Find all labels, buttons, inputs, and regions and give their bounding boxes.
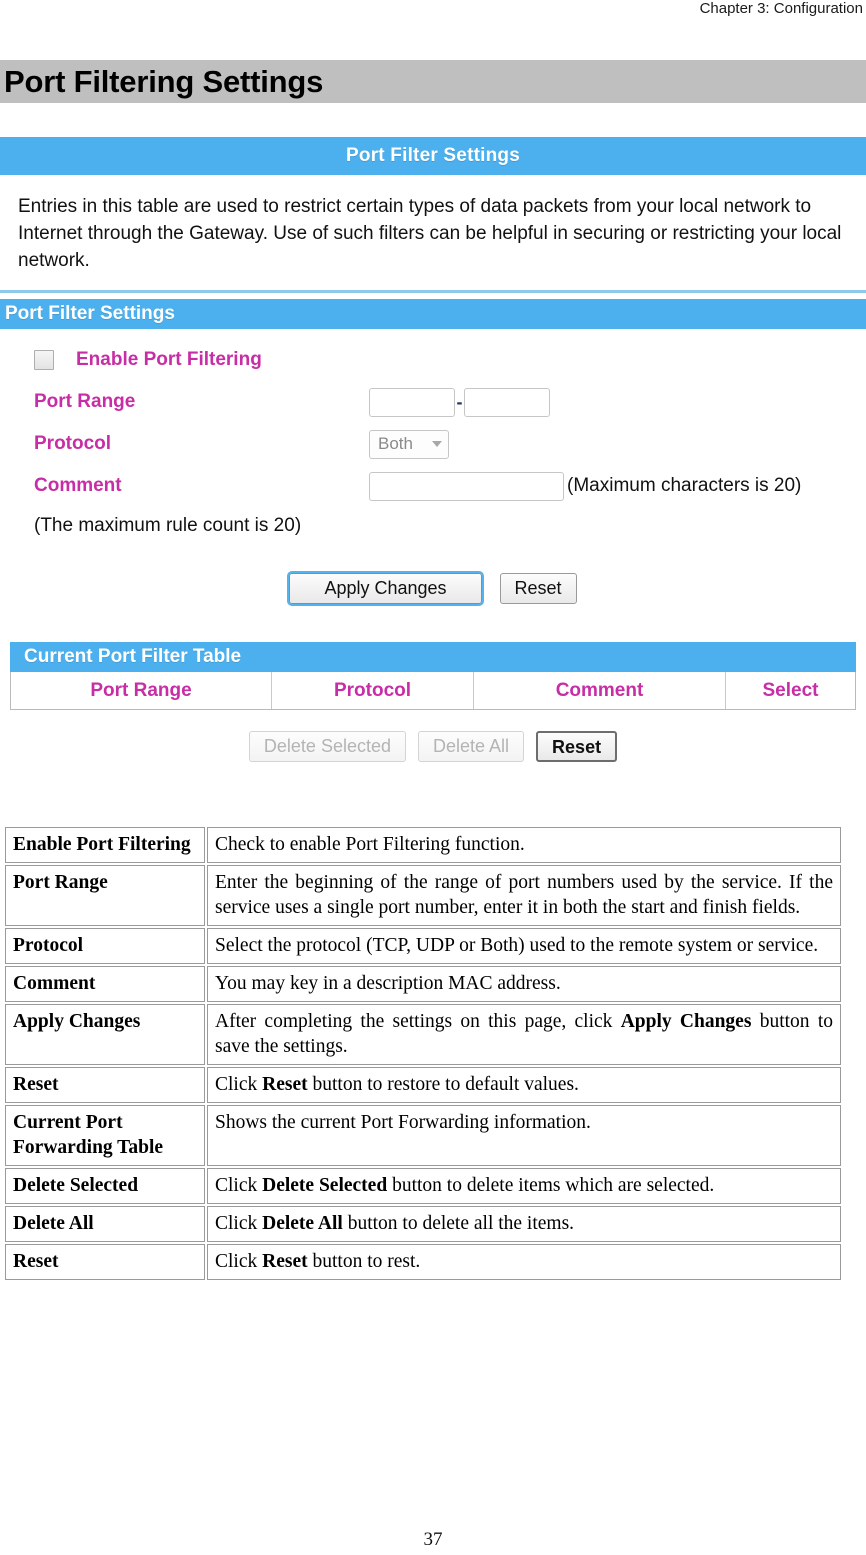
desc-bold: Reset (262, 1074, 308, 1095)
desc-key: Apply Changes (5, 1004, 205, 1065)
desc-value: Shows the current Port Forwarding inform… (207, 1105, 841, 1166)
section-title: Port Filter Settings (5, 303, 175, 324)
port-range-start-input[interactable] (369, 387, 455, 417)
table-row: Comment You may key in a description MAC… (5, 966, 841, 1002)
enable-port-filtering-checkbox[interactable] (34, 350, 54, 370)
protocol-select[interactable]: Both (369, 429, 449, 459)
chapter-header: Chapter 3: Configuration (699, 0, 863, 17)
desc-value: Click Delete All button to delete all th… (207, 1206, 841, 1242)
desc-key: Reset (5, 1244, 205, 1280)
desc-value: Click Reset button to restore to default… (207, 1067, 841, 1103)
desc-key: Protocol (5, 928, 205, 964)
enable-port-filtering-label: Enable Port Filtering (76, 349, 262, 370)
desc-post: button to delete all the items. (342, 1213, 575, 1234)
desc-value: Click Reset button to rest. (207, 1244, 841, 1280)
table-reset-button[interactable]: Reset (536, 731, 618, 762)
desc-value: Check to enable Port Filtering function. (207, 827, 841, 863)
desc-pre: Click (215, 1213, 263, 1234)
port-filter-form: Enable Port Filtering Port Range - Proto… (0, 329, 866, 604)
desc-key: Enable Port Filtering (5, 827, 205, 863)
desc-post: button to restore to default values. (307, 1074, 579, 1095)
current-port-filter-table-wrap: Current Port Filter Table Port Range Pro… (0, 642, 866, 762)
port-range-row: Port Range - (0, 381, 866, 423)
column-header-comment: Comment (474, 672, 726, 709)
page-title: Port Filtering Settings (4, 64, 324, 99)
table-row: Delete Selected Click Delete Selected bu… (5, 1168, 841, 1204)
ui-banner-title: Port Filter Settings (346, 145, 520, 166)
comment-row: Comment (Maximum characters is 20) (0, 465, 866, 507)
column-header-select: Select (762, 679, 819, 701)
desc-bold: Reset (262, 1251, 308, 1272)
protocol-selected-value: Both (378, 434, 413, 453)
desc-pre: Click (215, 1074, 263, 1095)
table-row: Current Port Forwarding Table Shows the … (5, 1105, 841, 1166)
port-range-label: Port Range (34, 391, 136, 412)
page-number: 37 (423, 1529, 443, 1550)
delete-selected-button[interactable]: Delete Selected (248, 731, 406, 762)
desc-key: Current Port Forwarding Table (5, 1105, 205, 1166)
chevron-down-icon (432, 441, 442, 447)
desc-pre: Click (215, 1251, 263, 1272)
intro-paragraph: Entries in this table are used to restri… (18, 196, 842, 271)
current-port-filter-table: Port Range Protocol Comment Select (10, 672, 856, 710)
enable-port-filtering-row: Enable Port Filtering (0, 339, 866, 381)
column-header-port-range: Port Range (11, 672, 272, 709)
apply-changes-button[interactable]: Apply Changes (289, 573, 482, 604)
desc-value: You may key in a description MAC address… (207, 966, 841, 1002)
reset-button[interactable]: Reset (499, 573, 577, 604)
table-button-row: Delete Selected Delete All Reset (0, 731, 866, 762)
desc-value: After completing the settings on this pa… (207, 1004, 841, 1065)
port-filter-settings-section-bar: Port Filter Settings (0, 299, 866, 329)
desc-pre: Shows the current Port Forwarding inform… (215, 1112, 591, 1133)
desc-key: Comment (5, 966, 205, 1002)
table-row: Port Range Enter the beginning of the ra… (5, 865, 841, 926)
delete-all-button[interactable]: Delete All (418, 731, 525, 762)
port-range-end-input[interactable] (464, 387, 550, 417)
comment-label: Comment (34, 475, 122, 496)
desc-post: button to delete items which are selecte… (387, 1175, 715, 1196)
field-description-table: Enable Port Filtering Check to enable Po… (3, 825, 843, 1282)
table-row: Enable Port Filtering Check to enable Po… (5, 827, 841, 863)
desc-pre: Enter the beginning of the range of port… (215, 872, 833, 918)
desc-key: Delete Selected (5, 1168, 205, 1204)
desc-key: Delete All (5, 1206, 205, 1242)
desc-value: Click Delete Selected button to delete i… (207, 1168, 841, 1204)
desc-key: Port Range (5, 865, 205, 926)
protocol-label: Protocol (34, 433, 112, 454)
table-row: Reset Click Reset button to restore to d… (5, 1067, 841, 1103)
desc-pre: Select the protocol (TCP, UDP or Both) u… (215, 935, 819, 956)
rule-count-note: (The maximum rule count is 20) (34, 515, 302, 536)
table-row: Reset Click Reset button to rest. (5, 1244, 841, 1280)
field-description-table-body: Enable Port Filtering Check to enable Po… (5, 827, 841, 1280)
comment-input[interactable] (369, 471, 564, 501)
table-row: Delete All Click Delete All button to de… (5, 1206, 841, 1242)
form-button-row: Apply Changes Reset (0, 573, 866, 604)
current-table-title: Current Port Filter Table (24, 646, 242, 667)
desc-pre: After completing the settings on this pa… (215, 1011, 621, 1032)
router-ui-screenshot: Port Filter Settings Entries in this tab… (0, 137, 866, 762)
desc-pre: Click (215, 1175, 263, 1196)
protocol-row: Protocol Both (0, 423, 866, 465)
desc-post: button to rest. (307, 1251, 421, 1272)
desc-pre: You may key in a description MAC address… (215, 973, 561, 994)
desc-bold: Delete Selected (262, 1175, 388, 1196)
desc-value: Enter the beginning of the range of port… (207, 865, 841, 926)
port-range-separator: - (456, 392, 463, 412)
table-row: Apply Changes After completing the setti… (5, 1004, 841, 1065)
current-table-title-bar: Current Port Filter Table (10, 642, 856, 672)
section-divider (0, 290, 866, 293)
desc-value: Select the protocol (TCP, UDP or Both) u… (207, 928, 841, 964)
column-header-protocol: Protocol (272, 672, 474, 709)
desc-key: Reset (5, 1067, 205, 1103)
page-title-band: Port Filtering Settings (0, 60, 866, 103)
table-row: Protocol Select the protocol (TCP, UDP o… (5, 928, 841, 964)
desc-bold: Apply Changes (620, 1011, 752, 1032)
ui-banner: Port Filter Settings (0, 137, 866, 175)
desc-pre: Check to enable Port Filtering function. (215, 834, 525, 855)
desc-bold: Delete All (262, 1213, 343, 1234)
comment-hint: (Maximum characters is 20) (567, 475, 802, 496)
